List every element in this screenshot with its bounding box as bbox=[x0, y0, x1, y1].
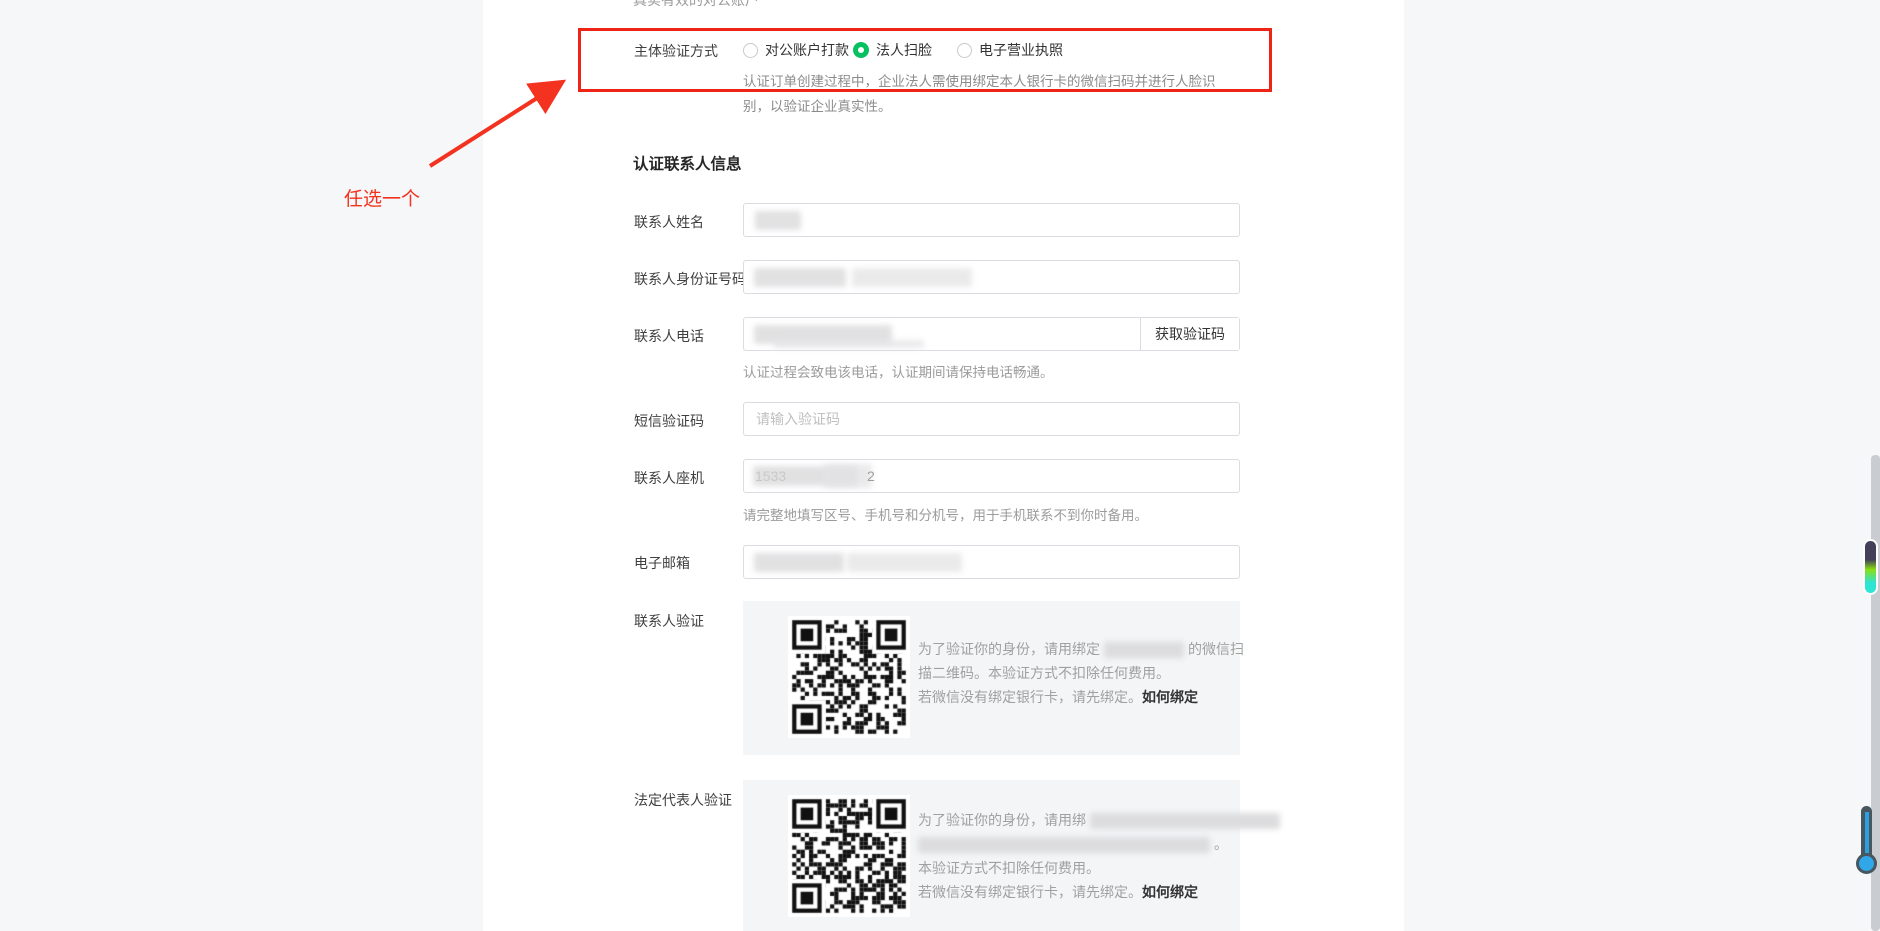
legal-verify-panel: 为了验证你的身份，请用绑 。 本验证方式不扣除任何费用。 若微信没有绑定银行卡，… bbox=[743, 780, 1240, 931]
radio-label: 电子营业执照 bbox=[979, 40, 1063, 60]
legal-verify-label: 法定代表人验证 bbox=[634, 790, 732, 810]
radio-legal-face-scan[interactable]: 法人扫脸 bbox=[853, 41, 932, 59]
legal-verify-line4: 若微信没有绑定银行卡，请先绑定。如何绑定 bbox=[918, 882, 1198, 902]
partially-visible-value: 2 bbox=[867, 468, 875, 484]
redacted-value bbox=[774, 340, 924, 348]
annotation-note: 任选一个 bbox=[344, 184, 420, 211]
how-to-bind-link[interactable]: 如何绑定 bbox=[1142, 884, 1198, 900]
redacted-value bbox=[824, 464, 872, 488]
contact-name-label: 联系人姓名 bbox=[634, 212, 704, 232]
redacted-value bbox=[918, 837, 1210, 853]
contact-verify-label: 联系人验证 bbox=[634, 611, 704, 631]
how-to-bind-link[interactable]: 如何绑定 bbox=[1142, 689, 1198, 705]
radio-selected-icon bbox=[853, 42, 869, 58]
redacted-value bbox=[755, 211, 801, 230]
contact-phone-label: 联系人电话 bbox=[634, 326, 704, 346]
radio-e-business-license[interactable]: 电子营业执照 bbox=[957, 41, 1063, 59]
sms-code-placeholder: 请输入验证码 bbox=[744, 403, 1239, 435]
verify-method-desc-line1: 认证订单创建过程中，企业法人需使用绑定本人银行卡的微信扫码并进行人脸识 bbox=[743, 70, 1216, 90]
redacted-value bbox=[754, 268, 846, 287]
radio-unselected-icon bbox=[743, 43, 758, 58]
get-sms-code-button[interactable]: 获取验证码 bbox=[1140, 318, 1239, 350]
qr-code bbox=[788, 795, 910, 917]
redacted-value bbox=[852, 268, 972, 287]
redacted-value bbox=[1090, 813, 1280, 829]
redacted-value bbox=[1104, 642, 1184, 658]
legal-verify-line2: 。 bbox=[918, 834, 1228, 854]
line1-prefix: 为了验证你的身份，请用绑定 bbox=[918, 641, 1100, 657]
line2-suffix: 。 bbox=[1214, 836, 1228, 852]
redacted-value bbox=[847, 553, 962, 572]
section-title: 认证联系人信息 bbox=[633, 152, 742, 174]
legal-verify-line1: 为了验证你的身份，请用绑 bbox=[918, 810, 1284, 830]
line1-suffix: 的微信扫 bbox=[1188, 641, 1244, 657]
radio-label: 法人扫脸 bbox=[876, 40, 932, 60]
landline-input[interactable]: 1533 2 bbox=[743, 459, 1240, 493]
page: 真实有效的对公账户 主体验证方式 对公账户打款 法人扫脸 电子营业执照 认证订单… bbox=[0, 0, 1880, 931]
radio-bank-transfer[interactable]: 对公账户打款 bbox=[743, 41, 849, 59]
verify-method-label: 主体验证方式 bbox=[634, 41, 718, 61]
sms-code-label: 短信验证码 bbox=[634, 411, 704, 431]
contact-phone-input[interactable]: 获取验证码 bbox=[743, 317, 1240, 351]
line4-text: 若微信没有绑定银行卡，请先绑定。 bbox=[918, 884, 1142, 900]
line3-text: 若微信没有绑定银行卡，请先绑定。 bbox=[918, 689, 1142, 705]
email-input[interactable] bbox=[743, 545, 1240, 579]
contact-verify-line2: 描二维码。本验证方式不扣除任何费用。 bbox=[918, 663, 1170, 683]
qr-code bbox=[788, 616, 910, 738]
contact-id-label: 联系人身份证号码 bbox=[634, 269, 746, 289]
phone-help-text: 认证过程会致电该电话，认证期间请保持电话畅通。 bbox=[743, 361, 1054, 381]
landline-help-text: 请完整地填写区号、手机号和分机号，用于手机联系不到你时备用。 bbox=[743, 504, 1148, 524]
contact-verify-line3: 若微信没有绑定银行卡，请先绑定。如何绑定 bbox=[918, 687, 1198, 707]
sms-code-input[interactable]: 请输入验证码 bbox=[743, 402, 1240, 436]
radio-label: 对公账户打款 bbox=[765, 40, 849, 60]
landline-label: 联系人座机 bbox=[634, 468, 704, 488]
verify-method-desc-line2: 别，以验证企业真实性。 bbox=[743, 95, 892, 115]
redacted-value bbox=[754, 553, 844, 572]
contact-verify-line1: 为了验证你的身份，请用绑定 的微信扫 bbox=[918, 639, 1244, 659]
scroll-thermometer-bulb-icon bbox=[1856, 853, 1877, 874]
contact-verify-panel: 为了验证你的身份，请用绑定的微信扫 描二维码。本验证方式不扣除任何费用。 若微信… bbox=[743, 601, 1240, 755]
scroll-marker-capsule-icon bbox=[1863, 539, 1878, 595]
line1-prefix: 为了验证你的身份，请用绑 bbox=[918, 812, 1086, 828]
radio-unselected-icon bbox=[957, 43, 972, 58]
email-label: 电子邮箱 bbox=[634, 553, 690, 573]
contact-name-input[interactable] bbox=[743, 203, 1240, 237]
clipped-top-text: 真实有效的对公账户 bbox=[633, 0, 759, 10]
contact-id-input[interactable] bbox=[743, 260, 1240, 294]
legal-verify-line3: 本验证方式不扣除任何费用。 bbox=[918, 858, 1100, 878]
